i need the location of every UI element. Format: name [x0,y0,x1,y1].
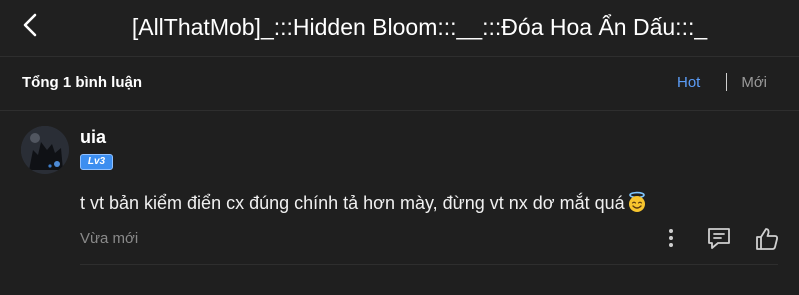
comment-item: uia Lv3 t vt bản kiểm điển cx đúng chính… [0,111,799,295]
reply-button[interactable] [706,226,732,250]
avatar-image [21,126,69,174]
comment-reply-icon [708,228,730,249]
tab-new[interactable]: Mới [741,74,767,91]
top-header: [AllThatMob]_:::Hidden Bloom:::__:::Đóa … [0,0,799,57]
tab-divider [726,73,728,91]
halo-emoji-icon [626,191,648,218]
comment-timestamp: Vừa mới [80,230,139,247]
back-button[interactable] [18,12,44,38]
like-button[interactable] [754,226,780,252]
username[interactable]: uia [80,127,106,148]
level-badge: Lv3 [80,154,113,170]
more-vertical-icon [669,229,673,247]
sort-tabs: Hot Mới [677,73,767,91]
chevron-left-icon [23,13,37,37]
comment-text: t vt bản kiểm điển cx đúng chính tả hơn … [80,191,648,218]
tab-hot[interactable]: Hot [677,74,700,91]
avatar[interactable] [21,126,69,174]
comments-bar: Tổng 1 bình luận Hot Mới [0,57,799,111]
page-title: [AllThatMob]_:::Hidden Bloom:::__:::Đóa … [131,14,708,40]
thumbs-up-icon [756,228,778,250]
comment-divider [80,264,778,265]
comment-count: Tổng 1 bình luận [22,74,142,91]
comment-body: t vt bản kiểm điển cx đúng chính tả hơn … [80,193,625,213]
more-options-button[interactable] [660,226,682,250]
